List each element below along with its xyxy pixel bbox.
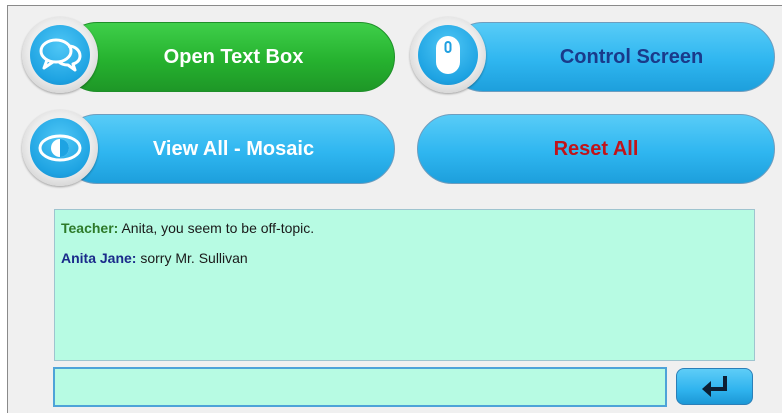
chat-message: Anita Jane: sorry Mr. Sullivan [61,248,748,268]
send-button[interactable] [676,368,753,405]
control-screen-badge[interactable] [410,17,486,93]
view-all-mosaic-label: View All - Mosaic [152,137,315,160]
chat-sender: Anita Jane: [61,250,137,266]
chat-message: Teacher: Anita, you seem to be off-topic… [61,218,748,238]
chat-text: Anita, you seem to be off-topic. [118,220,315,236]
control-screen-button[interactable]: Control Screen [448,22,775,92]
chat-text: sorry Mr. Sullivan [136,250,248,266]
open-text-box-badge[interactable] [22,17,98,93]
reset-all-label: Reset All [553,137,639,160]
eye-icon [38,134,82,162]
open-text-box-label: Open Text Box [163,45,304,68]
message-input[interactable] [53,367,667,407]
chat-sender: Teacher: [61,220,119,236]
open-text-box-button[interactable]: Open Text Box [62,22,395,92]
reset-all-button[interactable]: Reset All [417,114,775,184]
chat-log: Teacher: Anita, you seem to be off-topic… [54,209,755,361]
control-screen-label: Control Screen [559,45,704,68]
mouse-icon [436,36,460,74]
view-all-mosaic-badge[interactable] [22,110,98,186]
chat-bubbles-icon [39,38,82,72]
view-all-mosaic-button[interactable]: View All - Mosaic [62,114,395,184]
enter-arrow-icon [701,375,727,397]
